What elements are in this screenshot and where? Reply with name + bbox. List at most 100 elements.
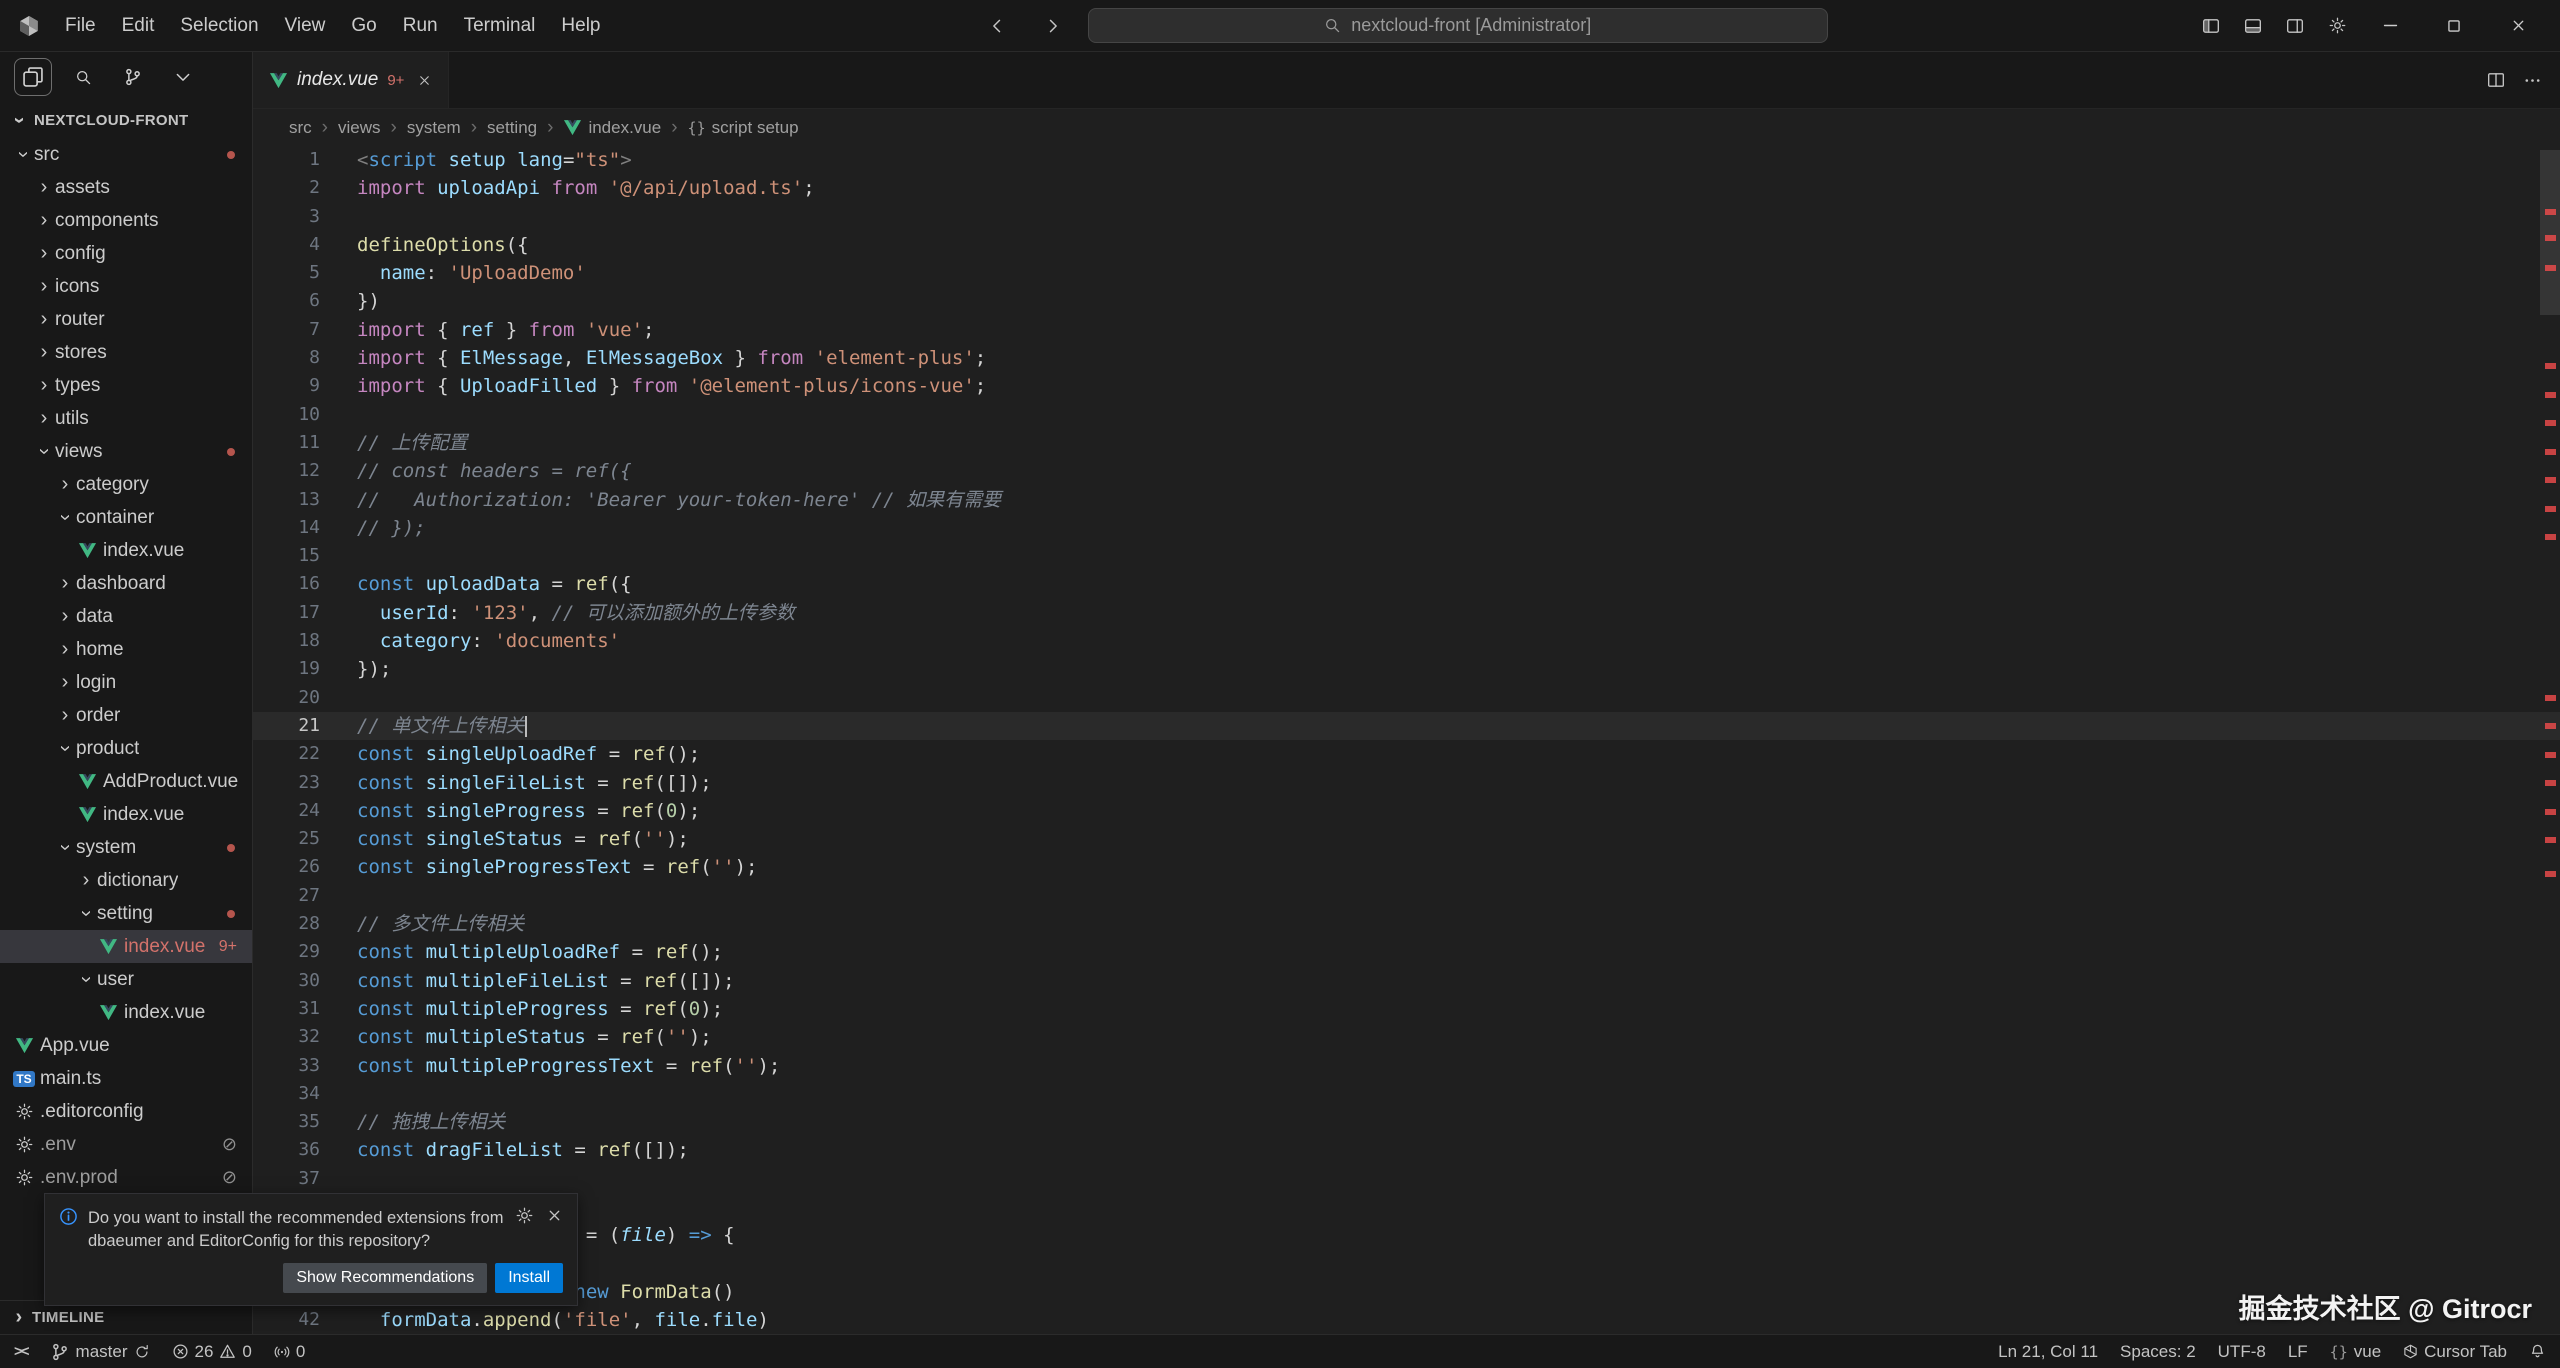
menu-view[interactable]: View (272, 9, 339, 43)
code-line-30[interactable]: 30const multipleFileList = ref([]); (253, 967, 2560, 995)
code-line-14[interactable]: 14// }); (253, 514, 2560, 542)
menu-run[interactable]: Run (390, 9, 451, 43)
code-line-17[interactable]: 17 userId: '123', // 可以添加额外的上传参数 (253, 599, 2560, 627)
tree-item-home[interactable]: ›home (0, 633, 252, 666)
status-notifications[interactable] (2529, 1343, 2546, 1360)
search-box[interactable]: nextcloud-front [Administrator] (1088, 8, 1828, 43)
code-line-5[interactable]: 5 name: 'UploadDemo' (253, 259, 2560, 287)
code-line-28[interactable]: 28// 多文件上传相关 (253, 910, 2560, 938)
code-line-20[interactable]: 20 (253, 684, 2560, 712)
tree-item-user[interactable]: ›user (0, 963, 252, 996)
code-line-23[interactable]: 23const singleFileList = ref([]); (253, 769, 2560, 797)
status-problems[interactable]: 260 (172, 1342, 252, 1362)
back-arrow-icon[interactable] (976, 6, 1018, 46)
code-line-33[interactable]: 33const multipleProgressText = ref(''); (253, 1052, 2560, 1080)
install-button[interactable]: Install (495, 1263, 563, 1293)
tree-item-index.vue[interactable]: index.vue (0, 534, 252, 567)
tree-item-stores[interactable]: ›stores (0, 336, 252, 369)
close-window-button[interactable] (2486, 0, 2550, 51)
forward-arrow-icon[interactable] (1032, 6, 1074, 46)
status-remote[interactable]: >< (14, 1343, 28, 1360)
code-line-8[interactable]: 8import { ElMessage, ElMessageBox } from… (253, 344, 2560, 372)
code-line-41[interactable]: 41 const formData = new FormData() (253, 1278, 2560, 1306)
code-line-34[interactable]: 34 (253, 1080, 2560, 1108)
tree-item-setting[interactable]: ›setting (0, 897, 252, 930)
tree-item-system[interactable]: ›system (0, 831, 252, 864)
code-line-36[interactable]: 36const dragFileList = ref([]); (253, 1136, 2560, 1164)
code-line-6[interactable]: 6}) (253, 287, 2560, 315)
tree-item-utils[interactable]: ›utils (0, 402, 252, 435)
breadcrumb-item[interactable]: setting (487, 118, 537, 138)
tree-item-index.vue[interactable]: index.vue (0, 996, 252, 1029)
tree-item-container[interactable]: ›container (0, 501, 252, 534)
status-ports[interactable]: 0 (274, 1342, 305, 1362)
status-indentation[interactable]: Spaces: 2 (2120, 1342, 2196, 1362)
tree-item-router[interactable]: ›router (0, 303, 252, 336)
code-line-9[interactable]: 9import { UploadFilled } from '@element-… (253, 372, 2560, 400)
tree-item-app.vue[interactable]: App.vue (0, 1029, 252, 1062)
code-line-19[interactable]: 19}); (253, 655, 2560, 683)
menu-file[interactable]: File (52, 9, 109, 43)
explorer-icon[interactable] (14, 58, 52, 96)
more-icon[interactable] (164, 58, 202, 96)
tree-item-category[interactable]: ›category (0, 468, 252, 501)
show-recommendations-button[interactable]: Show Recommendations (283, 1263, 487, 1293)
tree-item-assets[interactable]: ›assets (0, 171, 252, 204)
code-line-26[interactable]: 26const singleProgressText = ref(''); (253, 853, 2560, 881)
code-line-12[interactable]: 12// const headers = ref({ (253, 457, 2560, 485)
status-git-branch[interactable]: master (50, 1342, 150, 1362)
code-line-31[interactable]: 31const multipleProgress = ref(0); (253, 995, 2560, 1023)
tree-item-index.vue[interactable]: index.vue (0, 798, 252, 831)
scrollbar-thumb[interactable] (2540, 150, 2560, 315)
code-line-29[interactable]: 29const multipleUploadRef = ref(); (253, 938, 2560, 966)
tree-item-views[interactable]: ›views (0, 435, 252, 468)
status-eol[interactable]: LF (2288, 1342, 2308, 1362)
tab-index-vue[interactable]: index.vue 9+ (253, 52, 449, 108)
code-editor[interactable]: 1<script setup lang="ts">2import uploadA… (253, 146, 2560, 1334)
menu-edit[interactable]: Edit (109, 9, 168, 43)
code-line-2[interactable]: 2import uploadApi from '@/api/upload.ts'… (253, 174, 2560, 202)
toggle-secondary-sidebar-icon[interactable] (2274, 6, 2316, 46)
status-encoding[interactable]: UTF-8 (2218, 1342, 2266, 1362)
code-line-39[interactable]: 39const customRequest = (file) => { (253, 1221, 2560, 1249)
notification-close-icon[interactable] (546, 1207, 563, 1224)
tree-item-main.ts[interactable]: TSmain.ts (0, 1062, 252, 1095)
code-line-16[interactable]: 16const uploadData = ref({ (253, 570, 2560, 598)
menu-go[interactable]: Go (338, 9, 389, 43)
split-editor-icon[interactable] (2487, 71, 2505, 89)
code-line-27[interactable]: 27 (253, 882, 2560, 910)
tree-item-index.vue[interactable]: index.vue9+ (0, 930, 252, 963)
tree-item-.editorconfig[interactable]: .editorconfig (0, 1095, 252, 1128)
tree-item-login[interactable]: ›login (0, 666, 252, 699)
more-actions-icon[interactable] (2523, 71, 2542, 90)
status-language-mode[interactable]: {}vue (2330, 1342, 2381, 1362)
code-line-24[interactable]: 24const singleProgress = ref(0); (253, 797, 2560, 825)
tree-item-config[interactable]: ›config (0, 237, 252, 270)
code-line-13[interactable]: 13// Authorization: 'Bearer your-token-h… (253, 486, 2560, 514)
status-cursor-tab[interactable]: Cursor Tab (2403, 1342, 2507, 1362)
code-line-1[interactable]: 1<script setup lang="ts"> (253, 146, 2560, 174)
code-line-22[interactable]: 22const singleUploadRef = ref(); (253, 740, 2560, 768)
code-line-10[interactable]: 10 (253, 401, 2560, 429)
tree-item-addproduct.vue[interactable]: AddProduct.vue (0, 765, 252, 798)
menu-terminal[interactable]: Terminal (451, 9, 549, 43)
code-line-32[interactable]: 32const multipleStatus = ref(''); (253, 1023, 2560, 1051)
notification-settings-gear-icon[interactable] (516, 1207, 533, 1224)
breadcrumb-item[interactable]: views (338, 118, 381, 138)
breadcrumb-item[interactable]: src (289, 118, 312, 138)
tree-item-types[interactable]: ›types (0, 369, 252, 402)
menu-selection[interactable]: Selection (167, 9, 271, 43)
code-line-4[interactable]: 4defineOptions({ (253, 231, 2560, 259)
status-cursor-position[interactable]: Ln 21, Col 11 (1998, 1342, 2098, 1362)
tree-item-dashboard[interactable]: ›dashboard (0, 567, 252, 600)
code-line-25[interactable]: 25const singleStatus = ref(''); (253, 825, 2560, 853)
menu-help[interactable]: Help (548, 9, 613, 43)
code-line-35[interactable]: 35// 拖拽上传相关 (253, 1108, 2560, 1136)
tree-item-icons[interactable]: ›icons (0, 270, 252, 303)
explorer-section-header[interactable]: › NEXTCLOUD-FRONT (0, 102, 252, 138)
code-line-18[interactable]: 18 category: 'documents' (253, 627, 2560, 655)
tree-item-src[interactable]: ›src (0, 138, 252, 171)
source-control-icon[interactable] (114, 58, 152, 96)
toggle-panel-icon[interactable] (2232, 6, 2274, 46)
code-line-42[interactable]: 42 formData.append('file', file.file) (253, 1306, 2560, 1334)
